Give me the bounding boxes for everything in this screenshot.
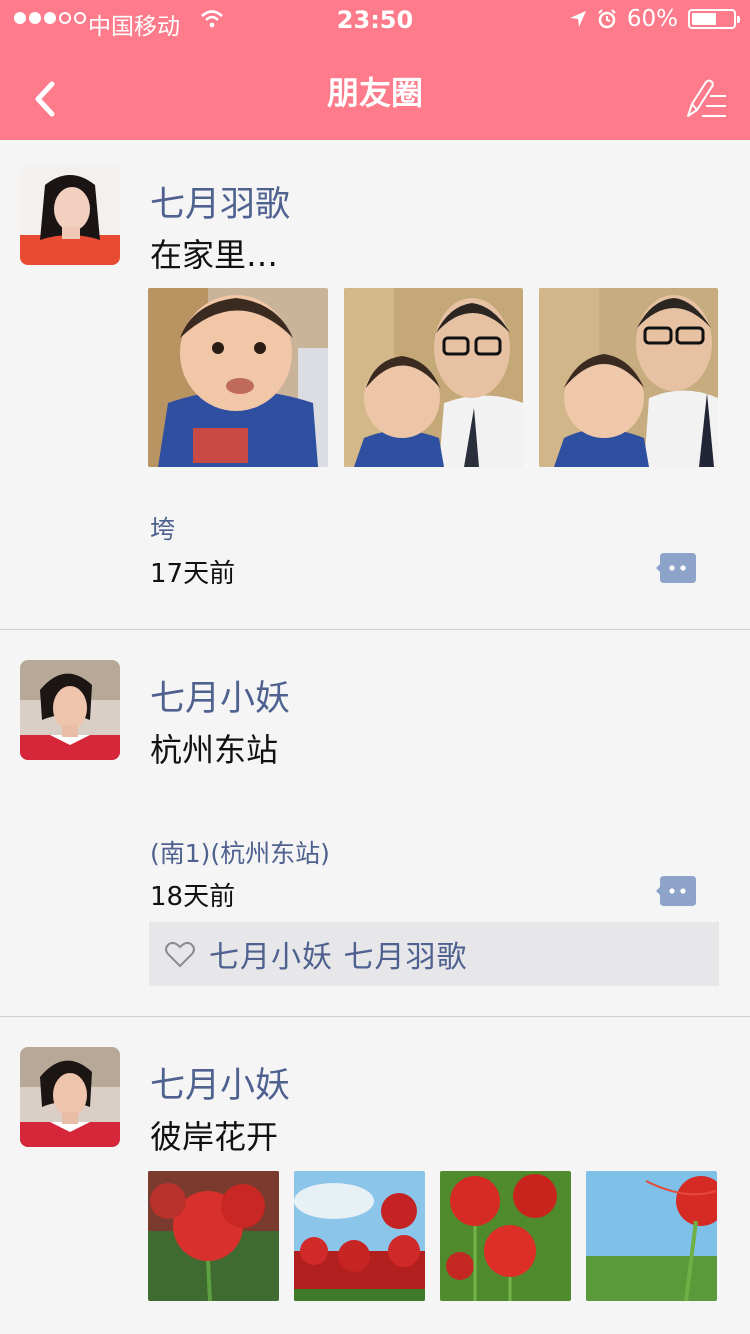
post-photo[interactable]	[539, 288, 718, 467]
post-divider	[0, 629, 750, 630]
location-arrow-icon	[569, 11, 586, 27]
page-title: 朋友圈	[326, 74, 423, 112]
avatar[interactable]	[20, 1047, 120, 1147]
status-bar: 中国移动 23:50 60%	[0, 0, 750, 40]
photo-grid	[148, 288, 718, 467]
avatar[interactable]	[20, 660, 120, 760]
post-text: 彼岸花开	[150, 1118, 279, 1156]
heart-icon	[165, 941, 195, 968]
post-location[interactable]: (南1)(杭州东站)	[150, 834, 330, 870]
post-photo[interactable]	[148, 288, 328, 467]
avatar[interactable]	[20, 165, 120, 265]
battery-percent: 60%	[626, 6, 678, 32]
comment-button[interactable]	[656, 876, 696, 906]
post-author-name[interactable]: 七月小妖	[150, 1057, 290, 1108]
comment-button[interactable]	[656, 553, 696, 583]
post-photo[interactable]	[148, 1171, 279, 1301]
post-location[interactable]: 垮	[150, 510, 175, 546]
post-photo[interactable]	[586, 1171, 717, 1301]
liked-by-names[interactable]: 七月小妖 七月羽歌	[209, 932, 468, 976]
compose-button[interactable]	[684, 76, 728, 120]
post-text: 在家里…	[150, 236, 279, 274]
battery-icon	[688, 9, 740, 29]
post-time: 17天前	[150, 559, 236, 589]
post-photo[interactable]	[344, 288, 523, 467]
alarm-icon	[598, 9, 616, 29]
likes-bar: 七月小妖 七月羽歌	[149, 922, 719, 986]
photo-grid	[148, 1171, 717, 1301]
post-divider	[0, 1016, 750, 1017]
post-author-name[interactable]: 七月羽歌	[150, 176, 290, 227]
post-text: 杭州东站	[150, 731, 279, 769]
post-photo[interactable]	[440, 1171, 571, 1301]
post-time: 18天前	[150, 882, 236, 912]
comment-bubble-icon	[656, 553, 696, 583]
pen-icon	[687, 79, 726, 117]
post-author-name[interactable]: 七月小妖	[150, 670, 290, 721]
top-bar: 中国移动 23:50 60% 朋友圈	[0, 0, 750, 140]
post-photo[interactable]	[294, 1171, 425, 1301]
comment-bubble-icon	[656, 876, 696, 906]
